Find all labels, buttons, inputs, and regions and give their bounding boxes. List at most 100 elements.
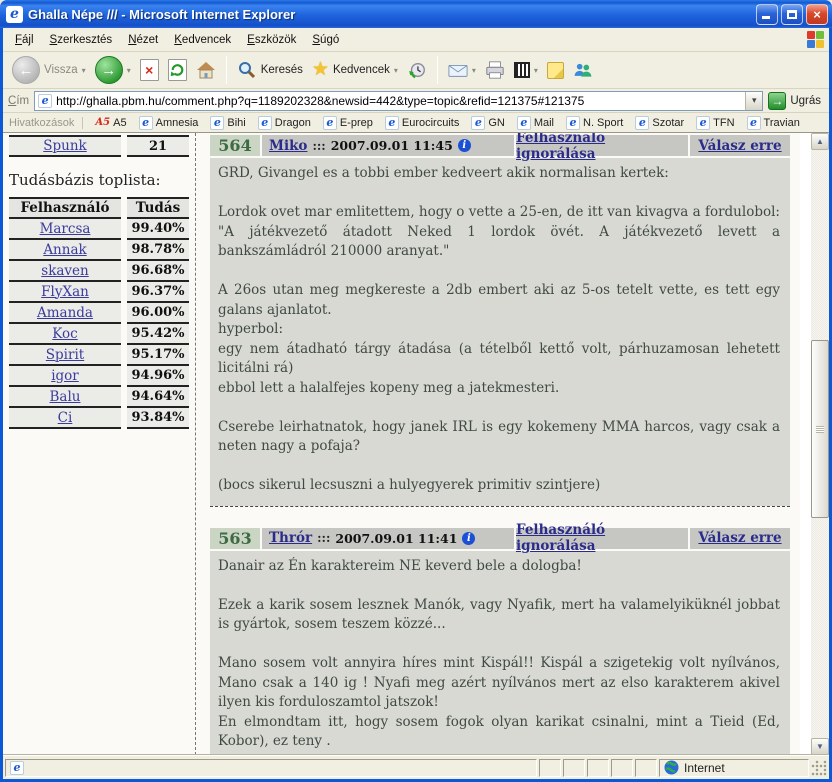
user-link[interactable]: skaven [41,263,88,279]
maximize-icon [787,10,797,19]
mail-button[interactable]: ▾ [445,58,479,82]
user-link[interactable]: Spirit [46,347,84,363]
menu-file[interactable]: Fájl [7,31,42,49]
links-bar-item-tfn[interactable]: eTFN [696,116,734,130]
back-label: Vissza [44,64,78,76]
link-label: TFN [713,117,734,129]
refresh-icon [169,60,186,80]
home-button[interactable] [193,58,219,82]
scroll-down-button[interactable]: ▼ [811,738,829,755]
table-cell: Amanda [9,303,121,324]
maximize-button[interactable] [781,4,803,25]
ie-page-icon: e [517,116,531,130]
links-bar-item-nsport[interactable]: eN. Sport [566,116,623,130]
score-value: 95.42% [131,326,184,341]
reply-link[interactable]: Válasz erre [698,530,781,546]
post-author-cell: Thrór ::: 2007.09.01 11:41 i [262,528,514,549]
info-icon[interactable]: i [458,139,471,152]
scroll-up-button[interactable]: ▲ [811,133,829,150]
links-bar-item-gn[interactable]: eGN [471,116,505,130]
print-button[interactable] [482,58,508,82]
links-bar-item-szotar[interactable]: eSzotar [635,116,684,130]
vertical-scrollbar[interactable]: ▲ ▼ [811,133,829,755]
forum-post-563: 563 Thrór ::: 2007.09.01 11:41 i Felhasz… [210,528,790,756]
links-bar-item-eurocircuits[interactable]: eEurocircuits [385,116,459,130]
user-link[interactable]: Koc [52,326,77,342]
scrollbar-thumb[interactable] [811,340,829,518]
scrollbar-track[interactable] [811,150,829,738]
info-icon[interactable]: i [462,532,475,545]
links-bar: Hivatkozások A5A5 eAmnesia eBihi eDragon… [3,113,829,133]
refresh-button[interactable] [165,57,190,83]
edit-icon [514,62,530,78]
back-button[interactable]: ← Vissza ▾ [9,54,89,86]
author-separator: ::: [312,139,325,153]
discuss-button[interactable] [544,60,567,81]
search-label: Keresés [261,64,303,76]
history-button[interactable] [404,58,430,82]
search-button[interactable]: Keresés [234,58,306,82]
author-link[interactable]: Miko [269,138,307,154]
menu-view[interactable]: Nézet [120,31,166,49]
links-bar-item-mail[interactable]: eMail [517,116,554,130]
user-link[interactable]: Ci [58,410,73,426]
user-link[interactable]: Marcsa [40,221,91,237]
link-label: Travian [764,117,800,129]
a5-icon: A5 [95,117,110,128]
table-cell: 98.78% [127,240,189,261]
minimize-button[interactable] [756,4,778,25]
ignore-user-cell: Felhasználó ignorálása [516,135,688,156]
close-button[interactable]: × [806,4,828,25]
edit-button[interactable]: ▾ [511,60,541,80]
status-cell [539,759,561,777]
window-title: Ghalla Népe /// - Microsoft Internet Exp… [28,7,753,22]
menu-help[interactable]: Súgó [304,31,347,49]
author-link[interactable]: Thrór [269,530,312,546]
links-bar-item-a5[interactable]: A5A5 [95,117,126,129]
user-link[interactable]: igor [51,368,79,384]
links-bar-item-dragon[interactable]: eDragon [258,116,311,130]
user-link[interactable]: FlyXan [41,284,89,300]
links-bar-item-travian[interactable]: eTravian [747,116,800,130]
post-number: 564 [210,135,260,156]
resize-grip[interactable] [811,760,827,776]
post-body: Danair az Én karaktereim NE keverd bele … [210,551,790,756]
toplist-table: Felhasználó Tudás Marcsa 99.40% Annak 98… [9,197,189,429]
favorites-button[interactable]: ★ Kedvencek ▾ [309,58,401,82]
mail-dropdown-icon[interactable]: ▾ [472,66,476,75]
menu-favorites[interactable]: Kedvencek [166,31,239,49]
edit-dropdown-icon[interactable]: ▾ [534,66,538,75]
score-value: 96.68% [131,263,184,278]
back-dropdown-icon[interactable]: ▾ [82,66,86,75]
reply-link[interactable]: Válasz erre [698,138,781,154]
column-header-user: Felhasználó [9,197,121,219]
author-separator: ::: [317,531,330,545]
sidebar-link-spunk[interactable]: Spunk [43,138,86,154]
stop-button[interactable]: × [137,57,162,83]
table-cell: 96.37% [127,282,189,303]
user-link[interactable]: Amanda [37,305,93,321]
go-button[interactable]: → Ugrás [768,92,824,110]
menu-tools[interactable]: Eszközök [239,31,304,49]
links-bar-item-eprep[interactable]: eE-prep [323,116,373,130]
messenger-button[interactable] [570,58,596,82]
forward-button[interactable]: → ▾ [92,54,134,86]
address-input[interactable]: e http://ghalla.pbm.hu/comment.php?q=118… [34,91,763,111]
user-link[interactable]: Annak [43,242,86,258]
status-cell [635,759,657,777]
table-cell: Spunk [9,135,121,157]
globe-icon [664,760,679,775]
address-dropdown-button[interactable]: ▾ [745,92,762,110]
ignore-user-link[interactable]: Felhasználó ignorálása [516,133,688,162]
menu-edit[interactable]: Szerkesztés [42,31,121,49]
ie-page-icon: e [258,116,272,130]
links-bar-item-bihi[interactable]: eBihi [210,116,245,130]
ignore-user-link[interactable]: Felhasználó ignorálása [516,522,688,554]
links-bar-item-amnesia[interactable]: eAmnesia [139,116,199,130]
user-link[interactable]: Balu [50,389,81,405]
favorites-dropdown-icon[interactable]: ▾ [394,66,398,75]
address-url[interactable]: http://ghalla.pbm.hu/comment.php?q=11892… [52,94,745,108]
toplist-title: Tudásbázis toplista: [9,171,189,189]
table-cell: 96.68% [127,261,189,282]
forward-dropdown-icon[interactable]: ▾ [127,66,131,75]
